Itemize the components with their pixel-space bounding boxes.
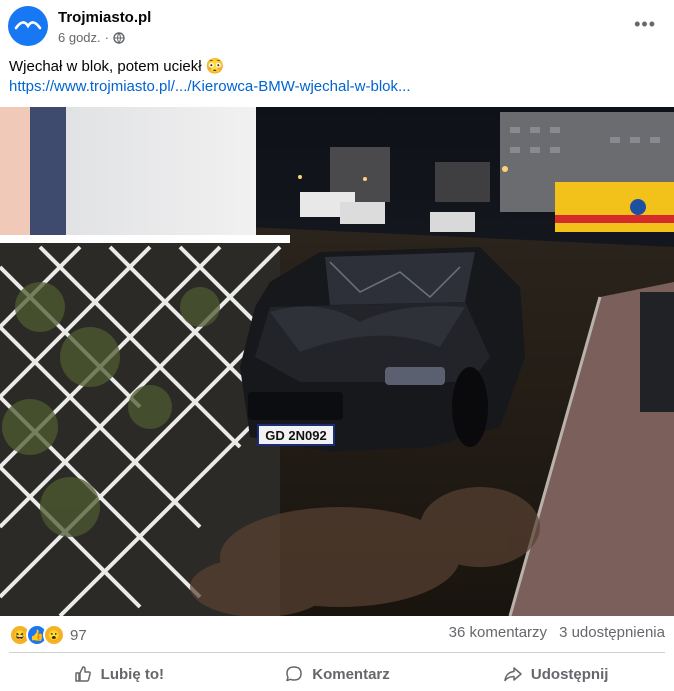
reactions-count[interactable]: 97	[70, 627, 87, 644]
comments-count[interactable]: 36 komentarzy	[449, 624, 547, 641]
dot-separator: ·	[104, 30, 109, 45]
reactions-summary[interactable]: 😆 👍 😮 97	[9, 624, 87, 646]
share-label: Udostępnij	[530, 665, 609, 683]
comment-bubble-icon	[286, 666, 302, 682]
post-link[interactable]: https://www.trojmiasto.pl/.../Kierowca-B…	[9, 78, 411, 95]
post-time[interactable]: 6 godz.	[58, 30, 101, 45]
comment-label: Komentarz	[312, 665, 390, 683]
license-plate-text: GD 2N092	[265, 428, 326, 443]
share-button[interactable]: Udostępnij	[446, 658, 665, 690]
share-arrow-icon	[504, 667, 522, 682]
post-text: Wjechał w blok, potem uciekł 😳	[9, 58, 225, 75]
post-meta: 6 godz. ·	[58, 30, 125, 45]
comment-button[interactable]: Komentarz	[228, 658, 447, 690]
post-stats: 😆 👍 😮 97 36 komentarzy 3 udostępnienia	[9, 624, 665, 646]
crash-scene-image: GD 2N092	[0, 107, 674, 616]
post-photo[interactable]: GD 2N092	[0, 107, 674, 616]
page-avatar[interactable]	[8, 6, 48, 46]
divider	[9, 652, 665, 653]
page-name-link[interactable]: Trojmiasto.pl	[58, 9, 151, 26]
post-header: Trojmiasto.pl 6 godz. · •••	[8, 6, 666, 50]
globe-icon	[113, 31, 125, 44]
action-bar: Lubię to! Komentarz Udostępnij	[9, 658, 665, 690]
thumbs-up-icon	[74, 666, 91, 682]
more-options-icon[interactable]: •••	[634, 14, 656, 35]
like-button[interactable]: Lubię to!	[9, 658, 228, 690]
shares-count[interactable]: 3 udostępnienia	[559, 624, 665, 641]
like-label: Lubię to!	[100, 665, 164, 683]
wow-reaction-icon: 😮	[43, 624, 65, 646]
seagull-logo-icon	[14, 21, 42, 30]
engagement-counts: 36 komentarzy 3 udostępnienia	[449, 624, 665, 641]
